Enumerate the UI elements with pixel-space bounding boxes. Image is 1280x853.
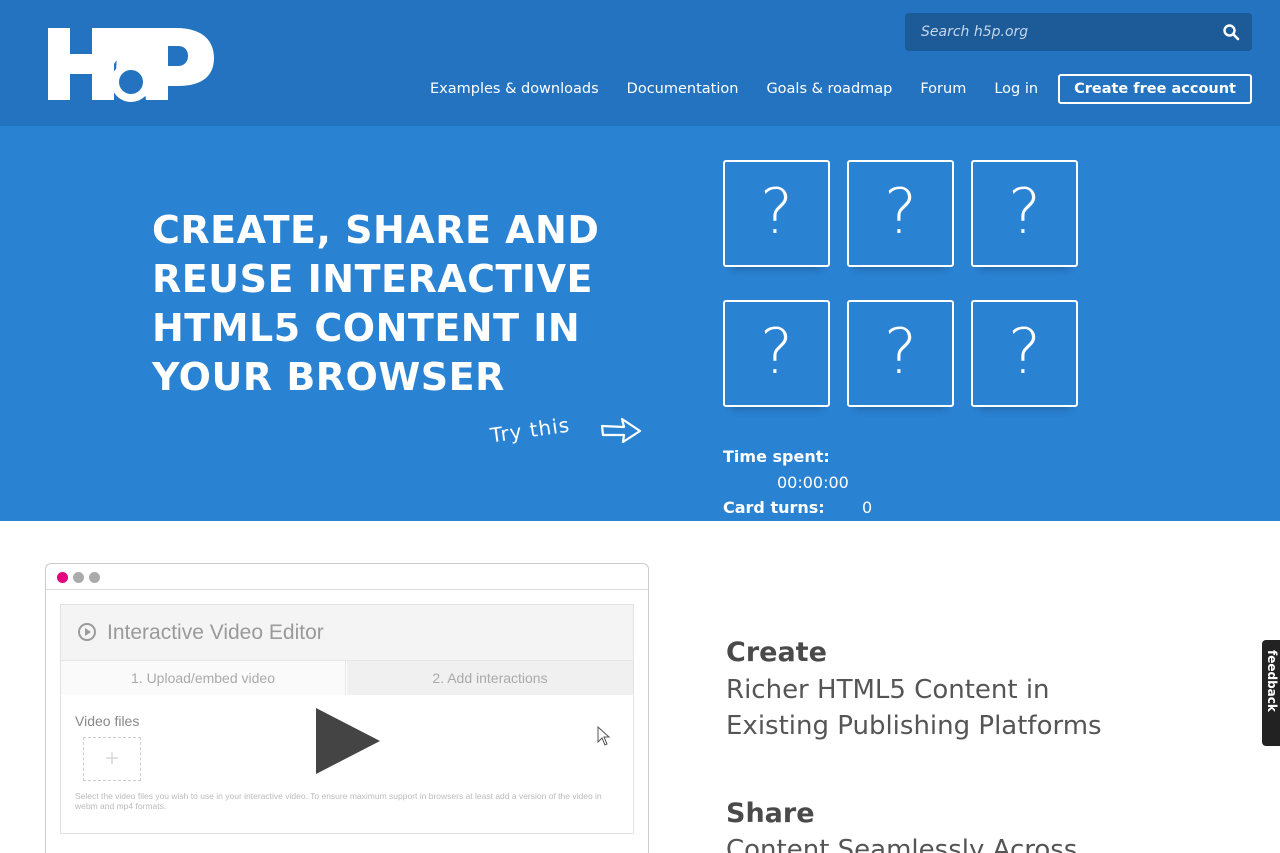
try-this-label: Try this: [488, 412, 572, 448]
window-divider: [46, 589, 648, 590]
editor-header: Interactive Video Editor: [61, 605, 633, 661]
search-input[interactable]: [905, 13, 1205, 51]
feature-title-share: Share: [726, 798, 815, 829]
window-dot-red: [57, 572, 68, 583]
nav-examples-downloads[interactable]: Examples & downloads: [430, 81, 599, 97]
card-turns-value: 0: [862, 498, 873, 517]
search-box: [905, 13, 1252, 51]
card-turns-label: Card turns:: [723, 498, 825, 517]
mouse-cursor-icon: [597, 726, 611, 746]
nav-forum[interactable]: Forum: [920, 81, 966, 97]
feedback-label: feedback: [1265, 650, 1279, 712]
time-spent-label: Time spent:: [723, 447, 830, 466]
h5p-logo[interactable]: [46, 24, 216, 104]
editor-title: Interactive Video Editor: [107, 621, 324, 644]
site-header: Examples & downloads Documentation Goals…: [0, 0, 1280, 126]
nav-goals-roadmap[interactable]: Goals & roadmap: [766, 81, 892, 97]
interactive-video-editor: Interactive Video Editor 1. Upload/embed…: [60, 604, 634, 834]
arrow-right-icon: [600, 417, 642, 444]
memory-card[interactable]: ?: [847, 160, 954, 267]
feature-text-create: Richer HTML5 Content in Existing Publish…: [726, 675, 1102, 741]
memory-card[interactable]: ?: [971, 300, 1078, 407]
main-nav: Examples & downloads Documentation Goals…: [430, 73, 1252, 105]
feature-text-share: Content Seamlessly Across: [726, 835, 1078, 853]
video-help-text: Select the video files you wish to use i…: [75, 791, 602, 811]
memory-card[interactable]: ?: [723, 160, 830, 267]
nav-documentation[interactable]: Documentation: [627, 81, 739, 97]
tab-add-interactions[interactable]: 2. Add interactions: [347, 661, 633, 695]
play-circle-icon: [78, 623, 96, 641]
tab-upload-video[interactable]: 1. Upload/embed video: [61, 661, 346, 695]
hero-title: CREATE, SHARE AND REUSE INTERACTIVE HTML…: [152, 208, 600, 399]
window-dot-gray: [73, 572, 84, 583]
memory-card[interactable]: ?: [723, 300, 830, 407]
memory-card[interactable]: ?: [971, 160, 1078, 267]
time-spent-value: 00:00:00: [777, 473, 849, 492]
hero-section: CREATE, SHARE AND REUSE INTERACTIVE HTML…: [0, 126, 1280, 521]
search-icon[interactable]: [1222, 23, 1240, 41]
video-files-label: Video files: [75, 713, 140, 729]
play-icon[interactable]: [314, 708, 382, 774]
window-dot-gray: [89, 572, 100, 583]
feedback-tab[interactable]: feedback: [1262, 640, 1280, 746]
nav-login[interactable]: Log in: [994, 81, 1038, 97]
memory-card[interactable]: ?: [847, 300, 954, 407]
create-account-button[interactable]: Create free account: [1058, 74, 1252, 104]
feature-title-create: Create: [726, 637, 827, 668]
editor-preview-window: Interactive Video Editor 1. Upload/embed…: [45, 563, 649, 853]
add-video-button[interactable]: +: [83, 737, 141, 781]
